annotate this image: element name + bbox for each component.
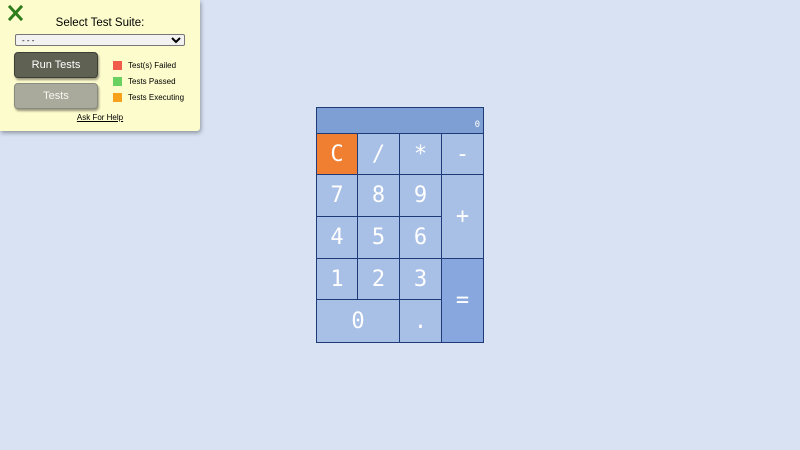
passed-swatch-icon	[113, 76, 122, 86]
three-key[interactable]: 3	[400, 259, 441, 299]
six-key[interactable]: 6	[400, 217, 441, 258]
legend-label-executing: Tests Executing	[128, 92, 185, 102]
two-key[interactable]: 2	[358, 259, 399, 299]
run-tests-button[interactable]: Run Tests	[14, 52, 98, 78]
calculator-display: 0	[317, 108, 483, 133]
ask-for-help-link[interactable]: Ask For Help	[0, 113, 200, 122]
eight-key[interactable]: 8	[358, 175, 399, 216]
five-key[interactable]: 5	[358, 217, 399, 258]
test-suite-panel: Select Test Suite: - - - Run Tests Tests…	[0, 0, 200, 131]
four-key[interactable]: 4	[317, 217, 357, 258]
one-key[interactable]: 1	[317, 259, 357, 299]
add-key[interactable]: +	[442, 175, 483, 258]
subtract-key[interactable]: -	[442, 134, 483, 174]
legend-item-failed: Test(s) Failed	[113, 57, 184, 73]
executing-swatch-icon	[113, 92, 122, 102]
legend-label-failed: Test(s) Failed	[128, 60, 177, 70]
test-status-legend: Test(s) Failed Tests Passed Tests Execut…	[113, 57, 184, 105]
tests-button[interactable]: Tests	[14, 83, 98, 109]
legend-label-passed: Tests Passed	[128, 76, 176, 86]
decimal-key[interactable]: .	[400, 300, 441, 342]
equals-key[interactable]: =	[442, 259, 483, 342]
divide-key[interactable]: /	[358, 134, 399, 174]
zero-key[interactable]: 0	[317, 300, 399, 342]
failed-swatch-icon	[113, 60, 122, 70]
legend-item-passed: Tests Passed	[113, 73, 184, 89]
test-suite-select[interactable]: - - -	[15, 34, 185, 46]
clear-key[interactable]: C	[317, 134, 357, 174]
seven-key[interactable]: 7	[317, 175, 357, 216]
legend-item-executing: Tests Executing	[113, 89, 184, 105]
select-test-suite-label: Select Test Suite:	[55, 17, 145, 29]
calculator: 0 C / * - 7 8 9 + 4 5 6 1 2 3 = 0 .	[316, 107, 484, 343]
nine-key[interactable]: 9	[400, 175, 441, 216]
multiply-key[interactable]: *	[400, 134, 441, 174]
